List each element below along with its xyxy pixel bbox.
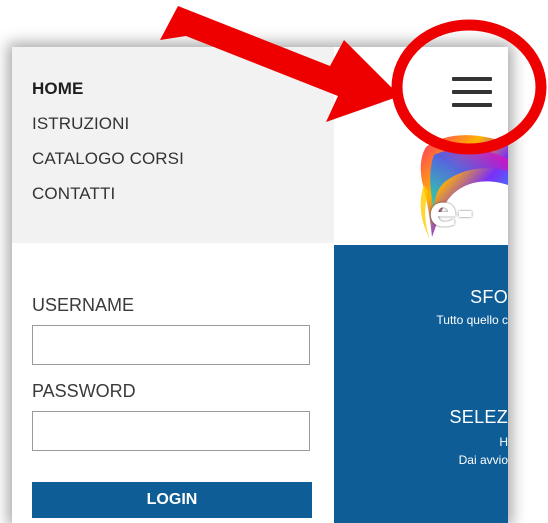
nav-item-contatti[interactable]: CONTATTI <box>32 184 115 204</box>
promo-title-1: SFO <box>470 287 508 307</box>
promo-subtitle-2a: H <box>499 435 508 449</box>
screenshot-stage: HOME ISTRUZIONI CATALOGO CORSI CONTATTI <box>0 0 548 523</box>
promo-title-2: SELEZ <box>449 407 508 427</box>
hamburger-line <box>452 103 492 107</box>
promo-subtitle-1: Tutto quello c <box>436 313 508 327</box>
hamburger-line <box>452 90 492 94</box>
username-label: USERNAME <box>32 295 135 315</box>
hamburger-line <box>452 77 492 81</box>
logo-splash-icon <box>420 135 508 239</box>
promo-panel: SFO Tutto quello c SELEZ H Dai avvio <box>334 245 508 523</box>
password-input[interactable] <box>32 411 310 451</box>
password-label: PASSWORD <box>32 381 136 401</box>
nav-menu-panel: HOME ISTRUZIONI CATALOGO CORSI CONTATTI <box>12 47 334 243</box>
promo-subtitle-2b: Dai avvio <box>458 453 508 467</box>
logo-text: e- <box>429 187 474 236</box>
nav-item-catalogo-corsi[interactable]: CATALOGO CORSI <box>32 149 184 169</box>
nav-item-istruzioni[interactable]: ISTRUZIONI <box>32 114 129 134</box>
logo: e- <box>334 125 508 243</box>
mobile-viewport: HOME ISTRUZIONI CATALOGO CORSI CONTATTI <box>12 47 508 523</box>
username-input[interactable] <box>32 325 310 365</box>
login-button[interactable]: LOGIN <box>32 482 312 518</box>
nav-item-home[interactable]: HOME <box>32 79 83 99</box>
hamburger-menu-icon[interactable] <box>452 77 492 107</box>
